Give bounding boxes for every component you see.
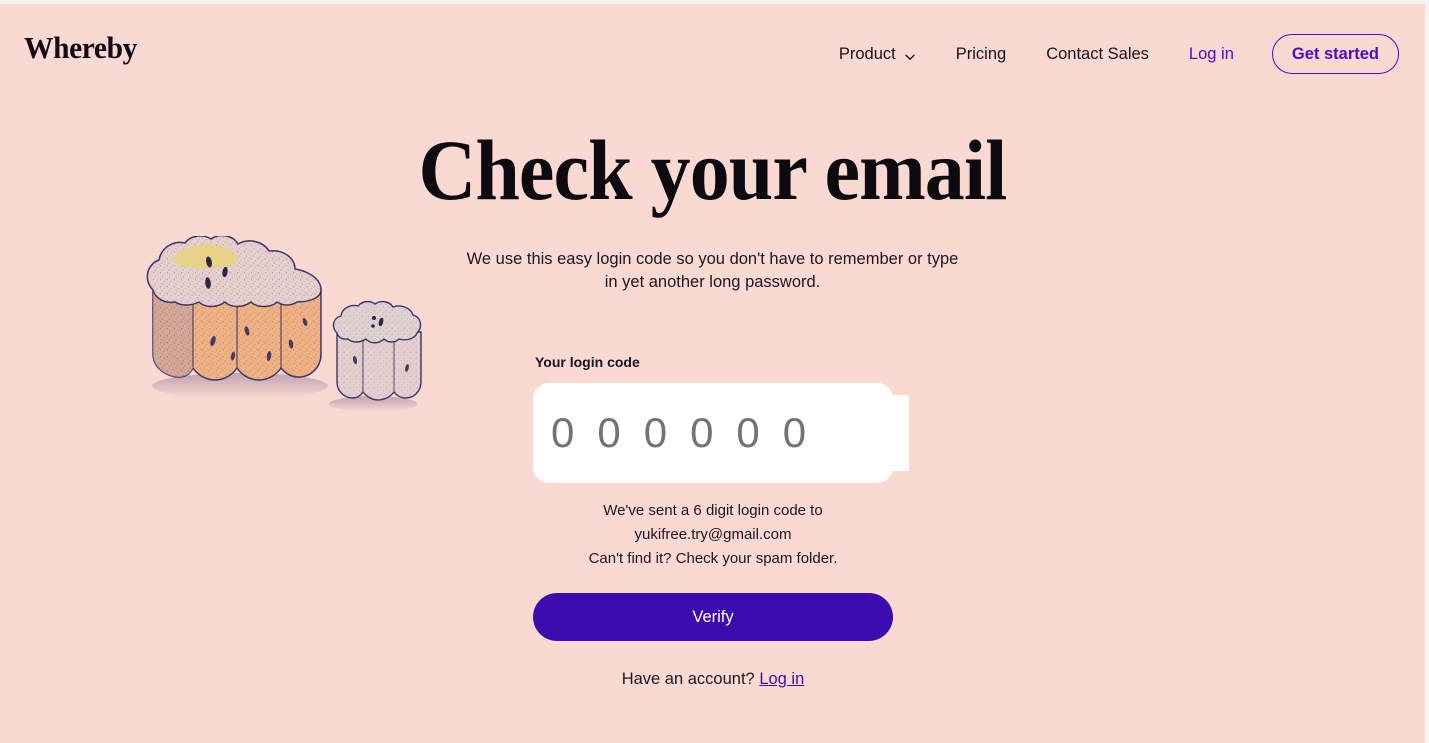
- nav-item-label: Log in: [1188, 44, 1234, 63]
- nav-item-log-in[interactable]: Log in: [1169, 34, 1254, 74]
- nav-item-pricing[interactable]: Pricing: [936, 34, 1026, 74]
- page-surface: Whereby Product Pricing Contact Sales Lo…: [0, 4, 1425, 743]
- main-navigation: Product Pricing Contact Sales Log in Get…: [819, 34, 1399, 74]
- nav-item-label: Product: [838, 44, 896, 63]
- login-code-input[interactable]: [551, 395, 909, 471]
- get-started-button[interactable]: Get started: [1271, 34, 1399, 74]
- nav-item-label: Contact Sales: [1046, 44, 1149, 63]
- nav-item-label: Pricing: [955, 44, 1007, 63]
- code-sent-email: yukifree.try@gmail.com: [634, 526, 792, 543]
- login-code-form: Your login code We've sent a 6 digit log…: [533, 354, 909, 689]
- site-header: Whereby Product Pricing Contact Sales Lo…: [0, 4, 1425, 99]
- chevron-down-icon: [904, 49, 916, 61]
- verify-button[interactable]: Verify: [533, 593, 893, 641]
- code-spam-hint: Can't find it? Check your spam folder.: [588, 550, 838, 567]
- page-title: Check your email: [418, 122, 1008, 218]
- log-in-link[interactable]: Log in: [759, 670, 804, 688]
- panettone-cakes-illustration: [145, 234, 435, 426]
- code-sent-line-1: We've sent a 6 digit login code to: [603, 502, 823, 519]
- have-account-row: Have an account? Log in: [533, 670, 893, 689]
- login-code-field-container[interactable]: [533, 383, 909, 483]
- nav-item-contact-sales[interactable]: Contact Sales: [1026, 34, 1169, 74]
- nav-item-product[interactable]: Product: [819, 34, 936, 74]
- code-sent-info: We've sent a 6 digit login code to yukif…: [533, 499, 893, 571]
- browser-viewport: Whereby Product Pricing Contact Sales Lo…: [0, 0, 1429, 743]
- login-code-label: Your login code: [535, 354, 640, 370]
- whereby-logo[interactable]: Whereby: [24, 32, 137, 63]
- page-subtitle: We use this easy login code so you don't…: [466, 250, 959, 291]
- have-account-text: Have an account?: [621, 670, 755, 688]
